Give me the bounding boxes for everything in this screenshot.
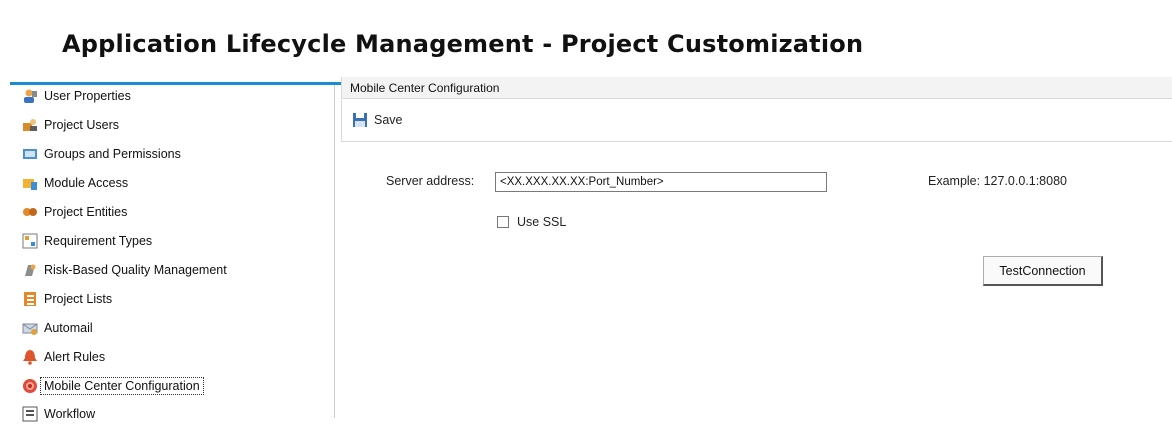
sidebar-item-label: Module Access xyxy=(44,176,129,190)
sidebar-item-module-access[interactable]: Module Access xyxy=(22,172,128,194)
project-lists-icon xyxy=(22,291,38,307)
test-connection-button[interactable]: TestConnection xyxy=(983,256,1103,286)
module-access-icon xyxy=(22,175,38,191)
sidebar-item-mobile-center-configuration[interactable]: Mobile Center Configuration xyxy=(22,375,204,397)
sidebar-item-groups-and-permissions[interactable]: Groups and Permissions xyxy=(22,143,181,165)
page-title: Application Lifecycle Management - Proje… xyxy=(62,30,864,58)
sidebar-item-project-entities[interactable]: Project Entities xyxy=(22,201,127,223)
mobile-center-icon xyxy=(22,378,38,394)
sidebar-item-requirement-types[interactable]: Requirement Types xyxy=(22,230,152,252)
sidebar-item-label: Groups and Permissions xyxy=(44,147,181,161)
requirement-types-icon xyxy=(22,233,38,249)
workflow-icon xyxy=(22,406,38,422)
automail-icon xyxy=(22,320,38,336)
sidebar-item-label: Risk-Based Quality Management xyxy=(44,263,227,277)
section-title: Mobile Center Configuration xyxy=(341,77,1172,99)
sidebar-item-label: Requirement Types xyxy=(44,234,153,248)
save-button-label: Save xyxy=(374,113,403,127)
project-entities-icon xyxy=(22,204,38,220)
sidebar-item-project-lists[interactable]: Project Lists xyxy=(22,288,112,310)
sidebar-item-label: Automail xyxy=(44,321,93,335)
user-properties-icon xyxy=(22,88,38,104)
sidebar-item-user-properties[interactable]: User Properties xyxy=(22,85,131,107)
risk-icon xyxy=(22,262,38,278)
groups-icon xyxy=(22,146,38,162)
sidebar-item-label: Alert Rules xyxy=(44,350,106,364)
example-text: Example: 127.0.0.1:8080 xyxy=(928,174,1067,188)
sidebar-item-workflow[interactable]: Workflow xyxy=(22,403,95,425)
alert-rules-icon xyxy=(22,349,38,365)
sidebar: User Properties Project Users Groups and… xyxy=(10,85,335,422)
server-address-label: Server address: xyxy=(386,174,475,188)
checkbox-box[interactable] xyxy=(497,216,509,228)
toolbar: Save xyxy=(341,100,1172,142)
sidebar-item-label: Project Users xyxy=(44,118,120,132)
sidebar-item-label: Project Lists xyxy=(44,292,113,306)
sidebar-item-label: Mobile Center Configuration xyxy=(40,377,204,395)
use-ssl-label: Use SSL xyxy=(517,215,567,229)
sidebar-item-automail[interactable]: Automail xyxy=(22,317,93,339)
sidebar-item-label: Project Entities xyxy=(44,205,128,219)
sidebar-item-alert-rules[interactable]: Alert Rules xyxy=(22,346,105,368)
save-icon xyxy=(352,112,368,128)
sidebar-item-project-users[interactable]: Project Users xyxy=(22,114,119,136)
sidebar-item-label: User Properties xyxy=(44,89,131,103)
sidebar-item-risk-based-quality-management[interactable]: Risk-Based Quality Management xyxy=(22,259,227,281)
sidebar-item-label: Workflow xyxy=(44,407,96,421)
save-button[interactable]: Save xyxy=(352,112,403,128)
use-ssl-checkbox[interactable]: Use SSL xyxy=(497,215,566,229)
server-address-input[interactable] xyxy=(495,172,827,192)
project-users-icon xyxy=(22,117,38,133)
